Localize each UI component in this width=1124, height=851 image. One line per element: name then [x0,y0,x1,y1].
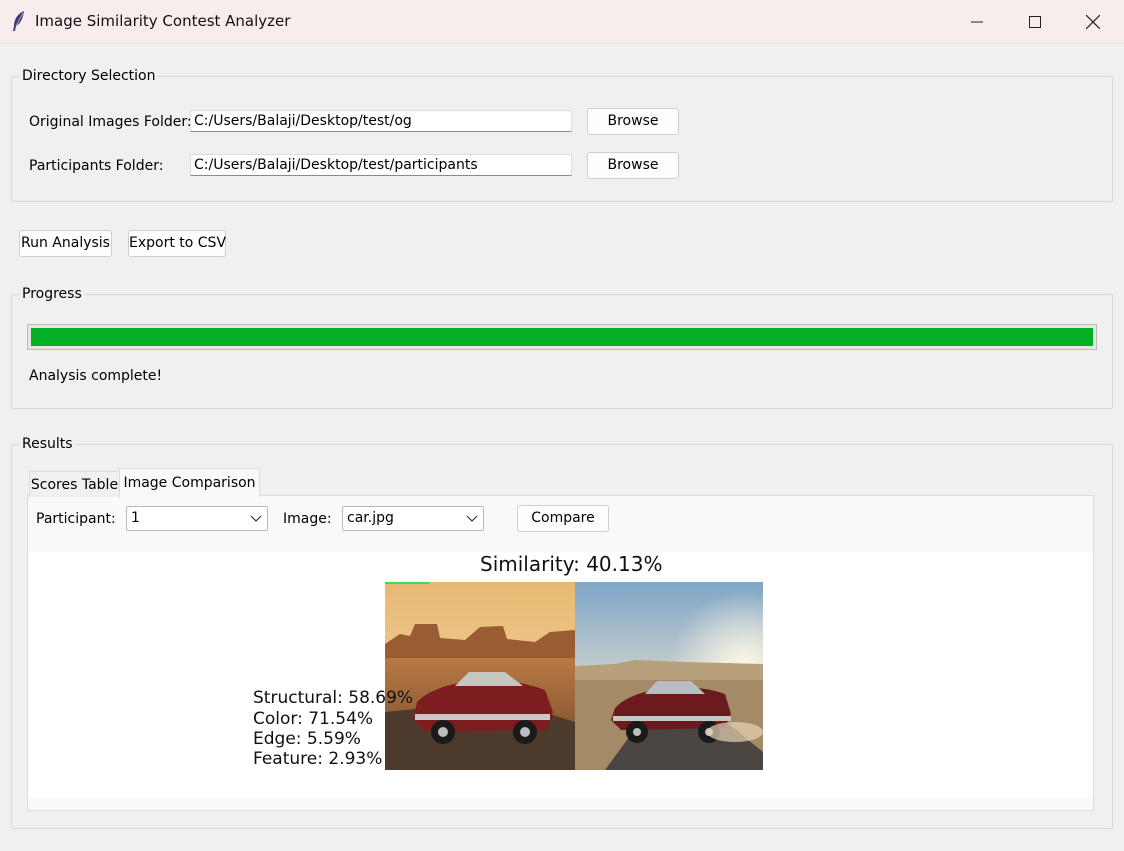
minimize-icon [971,21,983,22]
progress-group [11,294,1113,409]
participants-folder-input[interactable]: C:/Users/Balaji/Desktop/test/participant… [190,154,572,176]
image-select-value: car.jpg [347,510,394,526]
progress-bar-fill [31,328,1093,346]
tab-image-comparison[interactable]: Image Comparison [119,468,260,497]
metric-structural: Structural: 58.69% [253,688,414,708]
tab-scores-table[interactable]: Scores Table [29,471,120,497]
close-button[interactable] [1064,0,1122,43]
image-select[interactable]: car.jpg [342,506,484,531]
export-csv-button[interactable]: Export to CSV [128,230,226,257]
maximize-button[interactable] [1006,0,1064,43]
chevron-down-icon [250,515,262,522]
participant-label: Participant: [36,511,116,527]
run-analysis-button[interactable]: Run Analysis [19,230,112,257]
progress-bar [27,324,1097,350]
original-folder-input[interactable]: C:/Users/Balaji/Desktop/test/og [190,110,572,132]
feather-icon [11,10,27,32]
directory-selection-legend: Directory Selection [20,67,158,85]
original-folder-label: Original Images Folder: [29,114,192,130]
participant-select[interactable]: 1 [126,506,268,531]
minimize-button[interactable] [948,0,1006,43]
window-title: Image Similarity Contest Analyzer [35,12,291,30]
original-image [385,582,575,770]
metric-color: Color: 71.54% [253,709,374,729]
metric-edge: Edge: 5.59% [253,729,361,749]
metric-feature: Feature: 2.93% [253,749,383,769]
results-legend: Results [20,435,75,453]
directory-selection-group [11,76,1113,202]
browse-original-button[interactable]: Browse [587,108,679,135]
compare-button[interactable]: Compare [517,505,609,532]
participant-image [575,582,763,770]
image-label: Image: [283,511,332,527]
participants-folder-label: Participants Folder: [29,158,164,174]
browse-participants-button[interactable]: Browse [587,152,679,179]
progress-status: Analysis complete! [29,368,163,384]
similarity-title: Similarity: 40.13% [480,552,663,576]
maximize-icon [1029,15,1041,28]
progress-legend: Progress [20,285,84,303]
close-icon [1086,14,1100,29]
participant-select-value: 1 [131,510,140,526]
chevron-down-icon [466,515,478,522]
